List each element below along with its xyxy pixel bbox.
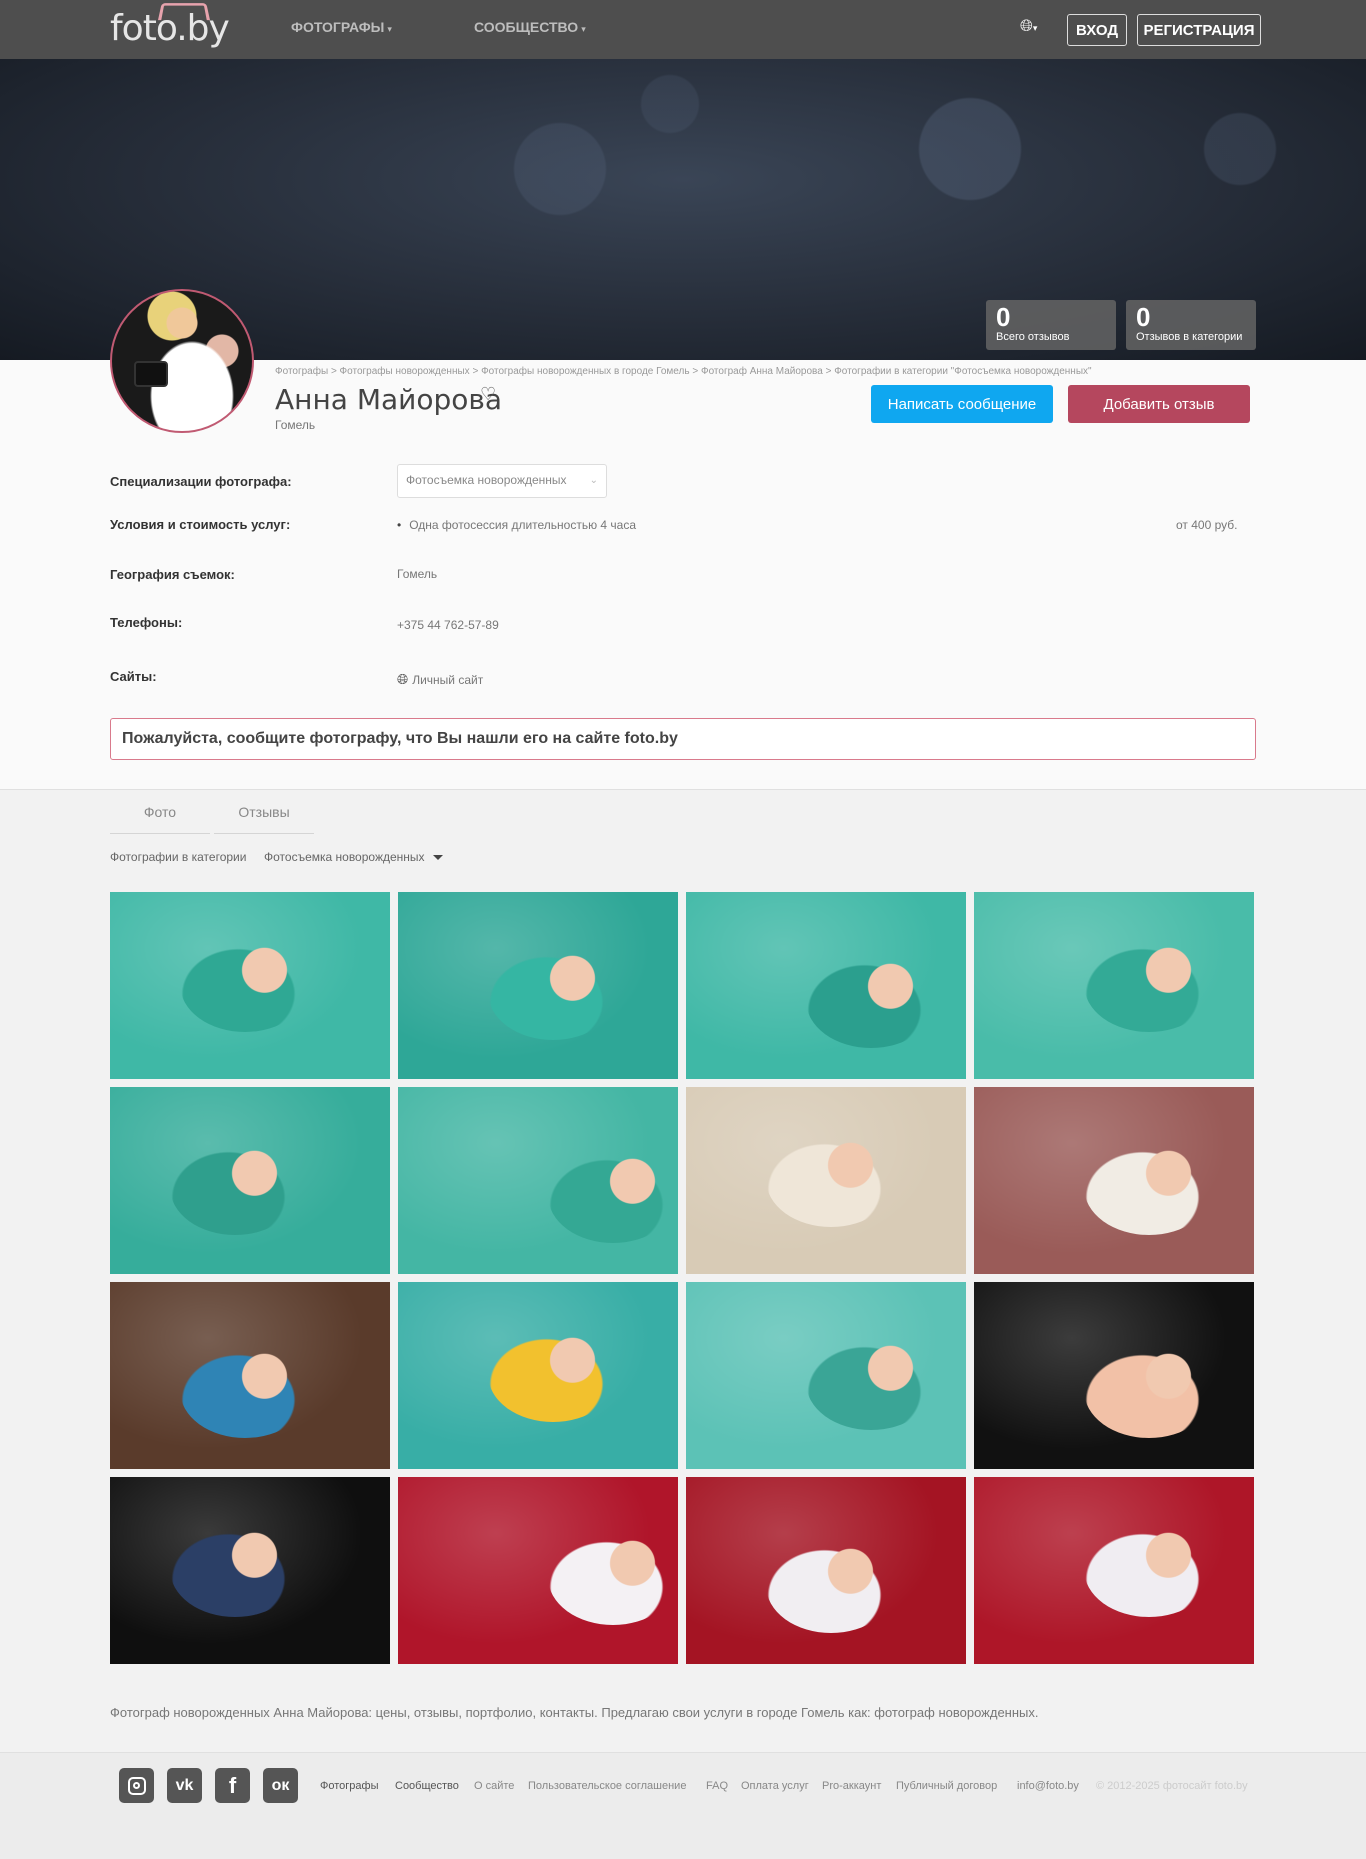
register-button[interactable]: РЕГИСТРАЦИЯ [1137,14,1261,46]
geo-value: Гомель [397,567,438,581]
notice-banner: Пожалуйста, сообщите фотографу, что Вы н… [110,718,1256,760]
photo-thumbnail[interactable] [110,1282,390,1469]
camera-shape [134,361,168,387]
photo-subject [548,1148,678,1243]
photo-thumbnail[interactable] [686,892,966,1079]
tab-reviews[interactable]: Отзывы [214,794,314,834]
login-button[interactable]: ВХОД [1067,14,1127,46]
photo-subject [180,1343,310,1438]
copyright: © 2012-2025 фотосайт foto.by [1096,1780,1248,1792]
stat-total-reviews: 0 Всего отзывов [986,300,1116,350]
terms-price: от 400 руб. [1176,518,1238,532]
photo-subject [548,1530,678,1625]
photo-subject [1084,1343,1214,1438]
globe-icon: 🌐︎ [397,671,409,687]
photo-subject [1084,937,1214,1032]
nav-community-menu[interactable]: СООБЩЕСТВО ▾ [474,19,586,35]
photo-subject [806,1335,936,1430]
tab-photo[interactable]: Фото [110,794,210,834]
filter-label: Фотографии в категории [110,850,247,864]
instagram-icon[interactable] [119,1768,154,1803]
photo-thumbnail[interactable] [686,1087,966,1274]
footer-link-email[interactable]: info@foto.by [1017,1780,1079,1792]
photo-subject [1084,1522,1214,1617]
footer-link-terms[interactable]: Пользовательское соглашение [528,1780,686,1792]
stat-category-reviews: 0 Отзывов в категории [1126,300,1256,350]
photo-thumbnail[interactable] [686,1477,966,1664]
photo-thumbnail[interactable] [686,1282,966,1469]
sites-label: Сайты: [110,669,157,684]
language-globe-icon[interactable]: 🌐︎▾ [1020,18,1037,36]
photo-thumbnail[interactable] [398,892,678,1079]
photo-subject [766,1132,896,1227]
caret-down-icon: ▾ [387,24,392,34]
photo-subject [180,937,310,1032]
photo-subject [170,1522,300,1617]
photo-subject [170,1140,300,1235]
seo-description: Фотограф новорожденных Анна Майорова: це… [110,1705,1039,1720]
avatar [110,289,254,433]
photo-thumbnail[interactable] [974,1477,1254,1664]
specialization-select[interactable]: Фотосъемка новорожденных ⌄ [397,464,607,498]
terms-item: • Одна фотосессия длительностью 4 часа [397,518,637,532]
photo-thumbnail[interactable] [974,1282,1254,1469]
nav-photographers-menu[interactable]: ФОТОГРАФЫ ▾ [291,19,392,35]
facebook-icon[interactable]: f [215,1768,250,1803]
photo-subject [488,945,618,1040]
write-message-button[interactable]: Написать сообщение [871,385,1053,423]
photo-subject [488,1327,618,1422]
footer-link-community[interactable]: Сообщество [395,1780,459,1792]
photo-grid [110,892,1257,1664]
photo-thumbnail[interactable] [974,1087,1254,1274]
photo-thumbnail[interactable] [974,892,1254,1079]
breadcrumb[interactable]: Фотографы > Фотографы новорожденных > Фо… [275,366,1092,377]
photo-thumbnail[interactable] [110,1087,390,1274]
personal-site-link[interactable]: 🌐︎ Личный сайт [397,671,483,688]
category-filter-dropdown[interactable]: Фотосъемка новорожденных [264,850,443,864]
odnoklassniki-icon[interactable]: ок [263,1768,298,1803]
geo-label: География съемок: [110,567,235,582]
stat-label: Отзывов в категории [1136,331,1243,343]
caret-down-icon [432,855,443,861]
caret-down-icon: ▾ [581,24,586,34]
site-logo[interactable]: foto.by [110,3,230,49]
terms-label: Условия и стоимость услуг: [110,517,291,532]
footer-link-payment[interactable]: Оплата услуг [741,1780,809,1792]
stat-value: 0 [1136,302,1151,332]
add-review-button[interactable]: Добавить отзыв [1068,385,1250,423]
phone-value: +375 44 762-57-89 [397,618,499,632]
chevron-down-icon: ⌄ [589,475,598,486]
photo-thumbnail[interactable] [398,1282,678,1469]
photo-subject [1084,1140,1214,1235]
photo-thumbnail[interactable] [110,1477,390,1664]
photographer-name: Анна Майорова [275,383,503,416]
spec-label: Специализации фотографа: [110,474,292,489]
favorite-heart-icon[interactable]: ♡ [480,384,496,405]
stat-value: 0 [996,302,1011,332]
photo-thumbnail[interactable] [398,1477,678,1664]
photo-subject [766,1538,896,1633]
photo-thumbnail[interactable] [398,1087,678,1274]
vk-icon[interactable]: vk [167,1768,202,1803]
top-navbar: foto.by ФОТОГРАФЫ ▾ СООБЩЕСТВО ▾ 🌐︎▾ ВХОД … [0,0,1366,59]
photo-thumbnail[interactable] [110,892,390,1079]
stat-label: Всего отзывов [996,331,1070,343]
footer-link-faq[interactable]: FAQ [706,1780,728,1792]
footer-link-contract[interactable]: Публичный договор [896,1780,997,1792]
footer-link-photographers[interactable]: Фотографы [320,1780,378,1792]
photographer-city: Гомель [275,418,316,432]
photo-subject [806,953,936,1048]
footer-link-about[interactable]: О сайте [474,1780,514,1792]
phones-label: Телефоны: [110,615,183,630]
footer-link-pro[interactable]: Pro-аккаунт [822,1780,881,1792]
footer [0,1752,1366,1859]
